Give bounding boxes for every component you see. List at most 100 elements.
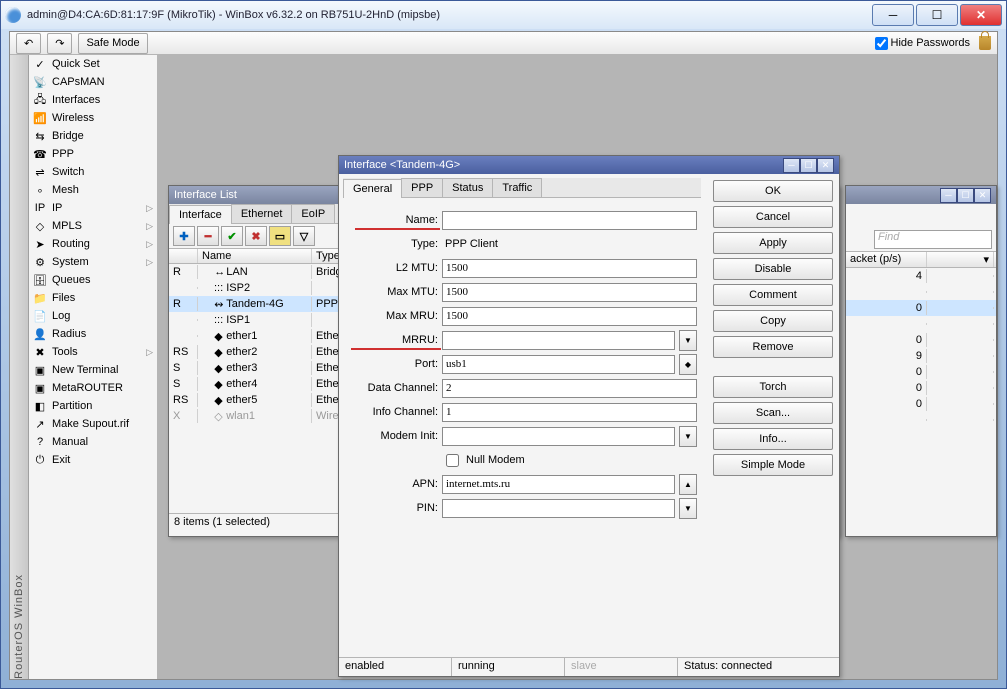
sidebar-tab[interactable]: RouterOS WinBox <box>10 55 29 679</box>
safe-mode-button[interactable]: Safe Mode <box>78 33 147 54</box>
null-modem-checkbox[interactable]: Null Modem <box>442 451 525 470</box>
col-name[interactable]: Name <box>198 249 312 263</box>
minimize-button[interactable]: ─ <box>872 4 914 26</box>
menu-item-mesh[interactable]: ∘Mesh <box>29 181 157 199</box>
menu-item-tools[interactable]: ✖Tools▷ <box>29 343 157 361</box>
mdi-close-icon[interactable]: ✕ <box>817 158 834 173</box>
tab-interface[interactable]: Interface <box>169 205 232 224</box>
menu-item-ip[interactable]: IPIP▷ <box>29 199 157 217</box>
apply-button[interactable]: Apply <box>713 232 833 254</box>
infoch-input[interactable] <box>442 403 697 422</box>
maxmtu-input[interactable] <box>442 283 697 302</box>
menu-icon: ◧ <box>33 399 47 413</box>
dropdown-arrow-icon[interactable]: ▼ <box>679 498 697 519</box>
remove-button[interactable]: ━ <box>197 226 219 246</box>
simple-mode-button[interactable]: Simple Mode <box>713 454 833 476</box>
menu-item-interfaces[interactable]: 🖧Interfaces <box>29 91 157 109</box>
dialog-tab-general[interactable]: General <box>343 179 402 198</box>
menu-item-manual[interactable]: ?Manual <box>29 433 157 451</box>
dialog-tab-traffic[interactable]: Traffic <box>492 178 542 197</box>
menu-item-mpls[interactable]: ◇MPLS▷ <box>29 217 157 235</box>
maximize-button[interactable]: ☐ <box>916 4 958 26</box>
menu-icon: 🗄 <box>33 273 47 287</box>
submenu-arrow-icon: ▷ <box>146 239 153 250</box>
comment-button[interactable]: Comment <box>713 284 833 306</box>
scan--button[interactable]: Scan... <box>713 402 833 424</box>
redo-button[interactable]: ↷ <box>47 33 72 54</box>
cancel-button[interactable]: Cancel <box>713 206 833 228</box>
maxmru-input[interactable] <box>442 307 697 326</box>
menu-item-partition[interactable]: ◧Partition <box>29 397 157 415</box>
close-button[interactable]: ✕ <box>960 4 1002 26</box>
dropdown-arrow-icon[interactable]: ▼ <box>679 426 697 447</box>
menu-item-queues[interactable]: 🗄Queues <box>29 271 157 289</box>
field-label: MRRU: <box>343 334 438 346</box>
disable-button[interactable]: Disable <box>713 258 833 280</box>
dropdown-arrow-icon[interactable]: ▲ <box>679 474 697 495</box>
pin-input[interactable] <box>442 499 675 518</box>
menu-item-system[interactable]: ⚙System▷ <box>29 253 157 271</box>
port-input[interactable] <box>442 355 675 374</box>
field-type: Type:PPP Client <box>343 232 697 256</box>
menu-item-bridge[interactable]: ⇆Bridge <box>29 127 157 145</box>
packet-row <box>846 412 996 428</box>
tab-ethernet[interactable]: Ethernet <box>231 204 293 223</box>
torch-button[interactable]: Torch <box>713 376 833 398</box>
menu-item-exit[interactable]: ⏻Exit <box>29 451 157 469</box>
comment-button[interactable]: ▭ <box>269 226 291 246</box>
menu-item-files[interactable]: 📁Files <box>29 289 157 307</box>
menu-icon: ⇌ <box>33 165 47 179</box>
apn-input[interactable] <box>442 475 675 494</box>
interface-list-right: ─☐✕ Find acket (p/s)▾ 4009000 <box>845 185 997 537</box>
menu-item-make-supout-rif[interactable]: ↗Make Supout.rif <box>29 415 157 433</box>
menu-icon: ➤ <box>33 237 47 251</box>
main-menu: ✓Quick Set📡CAPsMAN🖧Interfaces📶Wireless⇆B… <box>29 55 158 679</box>
tab-eoip[interactable]: EoIP <box>291 204 335 223</box>
hide-passwords-checkbox[interactable]: Hide Passwords <box>875 37 970 50</box>
field-label: L2 MTU: <box>343 262 438 274</box>
mdi-max-icon[interactable]: ☐ <box>800 158 817 173</box>
packet-row: 0 <box>846 332 996 348</box>
name-input[interactable] <box>442 211 697 230</box>
window-title: admin@D4:CA:6D:81:17:9F (MikroTik) - Win… <box>27 9 872 21</box>
field-label: PIN: <box>343 502 438 514</box>
remove-button[interactable]: Remove <box>713 336 833 358</box>
ok-button[interactable]: OK <box>713 180 833 202</box>
menu-item-switch[interactable]: ⇌Switch <box>29 163 157 181</box>
dropdown-arrow-icon[interactable]: ▼ <box>679 330 697 351</box>
filter-button[interactable]: ▽ <box>293 226 315 246</box>
menu-icon: ↗ <box>33 417 47 431</box>
col-packets[interactable]: acket (p/s) <box>846 252 927 267</box>
mdi-max-icon[interactable]: ☐ <box>957 188 974 203</box>
dialog-tab-ppp[interactable]: PPP <box>401 178 443 197</box>
copy-button[interactable]: Copy <box>713 310 833 332</box>
disable-button[interactable]: ✖ <box>245 226 267 246</box>
mdi-min-icon[interactable]: ─ <box>940 188 957 203</box>
datach-input[interactable] <box>442 379 697 398</box>
menu-item-new-terminal[interactable]: ▣New Terminal <box>29 361 157 379</box>
mdi-min-icon[interactable]: ─ <box>783 158 800 173</box>
menu-item-ppp[interactable]: ☎PPP <box>29 145 157 163</box>
interface-edit-dialog[interactable]: Interface <Tandem-4G> ─☐✕ GeneralPPPStat… <box>338 155 840 677</box>
modeminit-input[interactable] <box>442 427 675 446</box>
menu-item-radius[interactable]: 👤Radius <box>29 325 157 343</box>
dropdown-arrow-icon[interactable]: ◆ <box>679 354 697 375</box>
menu-item-metarouter[interactable]: ▣MetaROUTER <box>29 379 157 397</box>
menu-item-quick-set[interactable]: ✓Quick Set <box>29 55 157 73</box>
mdi-close-icon[interactable]: ✕ <box>974 188 991 203</box>
find-input[interactable]: Find <box>874 230 992 249</box>
menu-item-routing[interactable]: ➤Routing▷ <box>29 235 157 253</box>
menu-item-capsman[interactable]: 📡CAPsMAN <box>29 73 157 91</box>
menu-icon: ⏻ <box>33 453 47 467</box>
mrru-input[interactable] <box>442 331 675 350</box>
info--button[interactable]: Info... <box>713 428 833 450</box>
menu-item-wireless[interactable]: 📶Wireless <box>29 109 157 127</box>
add-button[interactable]: ✚ <box>173 226 195 246</box>
undo-button[interactable]: ↶ <box>16 33 41 54</box>
dialog-tab-status[interactable]: Status <box>442 178 493 197</box>
enable-button[interactable]: ✔ <box>221 226 243 246</box>
field-label: Max MRU: <box>343 310 438 322</box>
menu-item-log[interactable]: 📄Log <box>29 307 157 325</box>
l2mtu-input[interactable] <box>442 259 697 278</box>
field-apn: APN:▲ <box>343 472 697 496</box>
